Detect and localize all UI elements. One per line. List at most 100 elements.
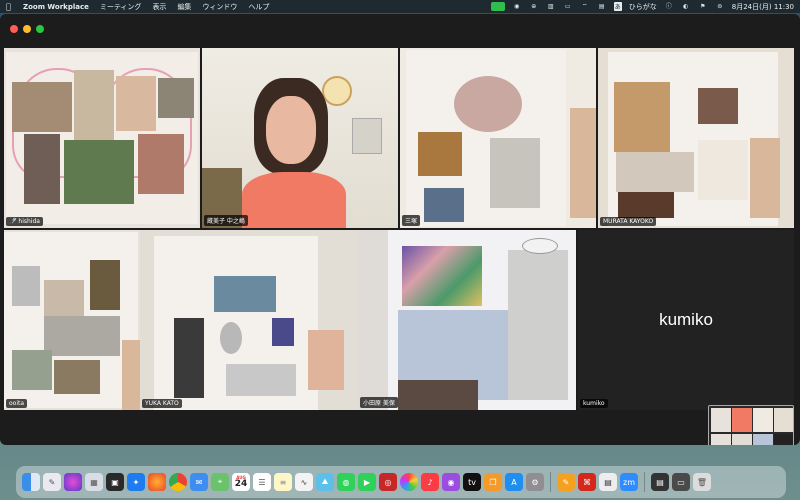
photo-portrait [454,76,522,132]
input-method-badge[interactable]: あ [613,2,622,11]
menu-clock[interactable]: 8月24日(月) 11:30 [732,2,794,12]
window-controls [10,25,44,33]
photo-fashion [74,70,114,140]
screen-share-icon[interactable]: ◉ [512,3,522,11]
facetime-icon[interactable]: ▶ [358,473,376,491]
control-center-icon[interactable]: ◐ [681,3,691,11]
participant-tile-odawara[interactable]: 小田原 美保 [358,230,576,410]
participant-name-tag: kumiko [580,399,608,408]
menu-extra-icon[interactable]: ▥ [546,3,556,11]
photo-tray [418,132,462,176]
photo-chair [618,192,674,218]
photo-booth-icon[interactable]: ◎ [379,473,397,491]
thumb-cell [711,434,731,445]
input-method-label[interactable]: ひらがな [629,2,657,12]
thumb-cell [774,434,793,445]
participant-tile-yuka-kato[interactable]: YUKA KATO [140,230,358,410]
appstore-icon[interactable]: A [505,473,523,491]
books-icon[interactable]: ❒ [484,473,502,491]
macos-dock: ✎ ▦ ▣ ✦ ✉ ⌖ AUG 24 ☰ ≡ ∿ ⛰ ◍ ▶ ◎ ♪ ◉ tv … [16,466,786,498]
thumb-cell [732,434,752,445]
participant-big-name: kumiko [659,310,713,329]
thumb-cell [753,434,773,445]
safari-icon[interactable]: ✦ [127,473,145,491]
reminders-icon[interactable]: ☰ [253,473,271,491]
mail-icon[interactable]: ✉ [190,473,208,491]
notes-pencil-icon[interactable]: ✎ [43,473,61,491]
chrome-icon[interactable] [169,473,187,491]
participant-tile-murata[interactable]: MURATA KAYOKO [598,48,794,228]
photo-shelf [614,82,670,152]
podcasts-icon[interactable]: ◉ [442,473,460,491]
hand [570,108,596,218]
calendar-day: 24 [234,479,248,489]
apple-menu-icon[interactable]:  [6,2,15,11]
dock-separator [550,472,551,492]
window-stack-icon[interactable]: ▭ [672,473,690,491]
photo-interior [12,82,72,132]
dock-separator [644,472,645,492]
acrobat-icon[interactable]: ⌘ [578,473,596,491]
menu-meeting[interactable]: ミーティング [100,2,142,12]
firefox-icon[interactable] [148,473,166,491]
downloads-stack-icon[interactable]: ▤ [651,473,669,491]
finder-icon[interactable] [22,473,40,491]
mission-control-icon[interactable]: ▣ [106,473,124,491]
hand [750,138,780,218]
zoom-meeting-window: 🎤̸ hishida 蔵美子 中之嶋 三塚 MURATA KAYOKO ooit… [0,14,800,445]
close-window-icon[interactable] [10,25,18,33]
minimize-window-icon[interactable] [23,25,31,33]
trash-icon[interactable]: 🗑 [693,473,711,491]
photo-interior [44,280,84,316]
photos-maps-icon[interactable]: ⛰ [316,473,334,491]
music-icon[interactable]: ♪ [421,473,439,491]
hand [122,340,140,410]
self-view-thumbnail[interactable] [708,405,794,445]
photo-hat [522,238,558,254]
notes-icon[interactable]: ≡ [274,473,292,491]
flag-icon[interactable]: ⚑ [698,3,708,11]
zoom-status-icon[interactable] [490,2,505,11]
photos-icon[interactable] [400,473,418,491]
maps-icon[interactable]: ⌖ [211,473,229,491]
participant-tile-kumiko[interactable]: kumiko kumiko [578,230,794,410]
settings-icon[interactable]: ⚙ [526,473,544,491]
participant-name-tag: MURATA KAYOKO [600,217,657,226]
messages-icon[interactable]: ◍ [337,473,355,491]
zoom-icon[interactable]: zm [620,473,638,491]
battery-icon[interactable]: ▭ [563,3,573,11]
participant-tile-mitsuka[interactable]: 三塚 [400,48,596,228]
wall-panel [352,118,382,154]
photo-sneakers [226,364,296,396]
participant-name-tag: 小田原 美保 [360,397,398,408]
person-face [266,96,316,164]
siri-icon[interactable] [64,473,82,491]
info-icon[interactable]: ⓘ [664,3,674,11]
hand [308,330,344,390]
participant-name-tag: 三塚 [402,215,421,226]
participant-tile-hishida[interactable]: 🎤̸ hishida [4,48,200,228]
freeform-icon[interactable]: ∿ [295,473,313,491]
launchpad-icon[interactable]: ▦ [85,473,103,491]
wifi-icon[interactable]: ⌔ [580,3,590,11]
pages-icon[interactable]: ✎ [557,473,575,491]
control-center-toggle-icon[interactable]: ⊜ [715,3,725,11]
thumb-cell [732,408,752,432]
menu-view[interactable]: 表示 [152,2,166,12]
photo-sofa [698,140,748,200]
participant-tile-active-speaker[interactable]: 蔵美子 中之嶋 [202,48,398,228]
zoom-window-icon[interactable] [36,25,44,33]
pinyin-icon[interactable]: ⊕ [529,3,539,11]
participant-tile-ooita[interactable]: ooita [4,230,140,410]
menu-help[interactable]: ヘルプ [248,2,269,12]
appletv-icon[interactable]: tv [463,473,481,491]
calendar-icon[interactable]: AUG 24 [232,473,250,491]
menu-edit[interactable]: 編集 [177,2,191,12]
participant-name-tag: YUKA KATO [142,399,182,408]
photo-food [138,134,184,194]
preview-icon[interactable]: ▤ [599,473,617,491]
menu-app-name[interactable]: Zoom Workplace [23,3,89,11]
photo-cafe [116,76,156,131]
tray-icon[interactable]: ▤ [597,3,607,11]
menu-window[interactable]: ウィンドウ [202,2,237,12]
